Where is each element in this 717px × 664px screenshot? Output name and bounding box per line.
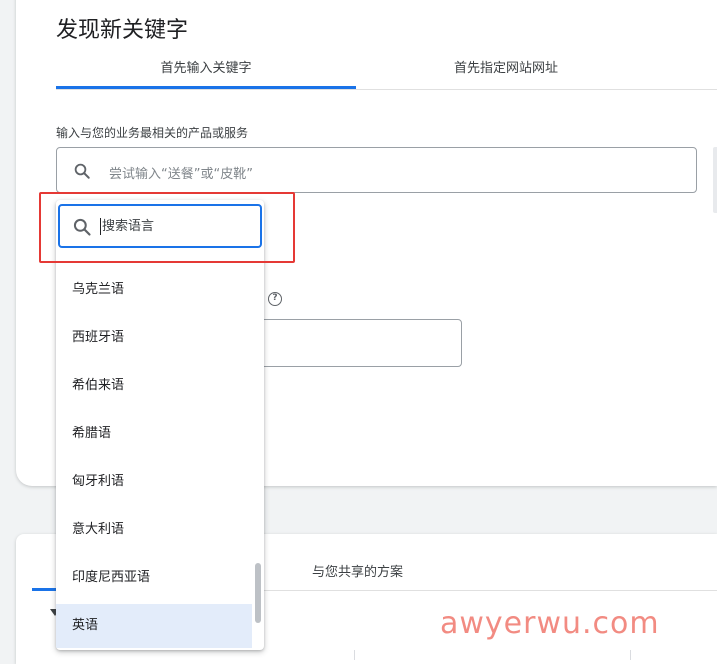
plans-active-tab-indicator xyxy=(32,588,56,591)
tab-start-with-keywords[interactable]: 首先输入关键字 xyxy=(56,57,356,76)
side-panel-edge xyxy=(713,147,717,213)
search-icon xyxy=(73,162,91,184)
language-option[interactable]: 印度尼西亚语 xyxy=(56,556,252,600)
help-icon[interactable]: ? xyxy=(268,292,282,306)
language-search-field[interactable] xyxy=(58,204,262,248)
language-option[interactable]: 乌克兰语 xyxy=(56,268,252,312)
tab-divider xyxy=(56,89,717,90)
language-option[interactable]: 匈牙利语 xyxy=(56,460,252,504)
language-option[interactable]: 意大利语 xyxy=(56,508,252,552)
active-tab-indicator xyxy=(56,86,356,89)
language-search-input[interactable] xyxy=(102,216,252,236)
language-option[interactable]: 希腊语 xyxy=(56,412,252,456)
text-cursor xyxy=(100,218,101,235)
tab-shared-plans[interactable]: 与您共享的方案 xyxy=(312,561,403,580)
keyword-field-label: 输入与您的业务最相关的产品或服务 xyxy=(56,126,249,140)
column-divider xyxy=(630,650,631,660)
keyword-input-placeholder: 尝试输入“送餐”或“皮靴” xyxy=(109,167,253,182)
keyword-input[interactable]: 尝试输入“送餐”或“皮靴” xyxy=(56,147,697,193)
language-option[interactable]: 西班牙语 xyxy=(56,316,252,360)
url-input[interactable] xyxy=(262,319,462,367)
language-option[interactable]: 希伯来语 xyxy=(56,364,252,408)
search-icon xyxy=(72,217,92,241)
language-option-selected[interactable]: 英语 xyxy=(56,604,252,648)
watermark: awyerwu.com xyxy=(440,606,660,641)
language-dropdown: 乌克兰语 西班牙语 希伯来语 希腊语 匈牙利语 意大利语 印度尼西亚语 英语 xyxy=(56,200,264,650)
tab-start-with-website[interactable]: 首先指定网站网址 xyxy=(356,57,656,76)
dropdown-scrollbar[interactable] xyxy=(255,563,261,623)
column-divider xyxy=(354,650,355,660)
page-title: 发现新关键字 xyxy=(56,18,189,43)
